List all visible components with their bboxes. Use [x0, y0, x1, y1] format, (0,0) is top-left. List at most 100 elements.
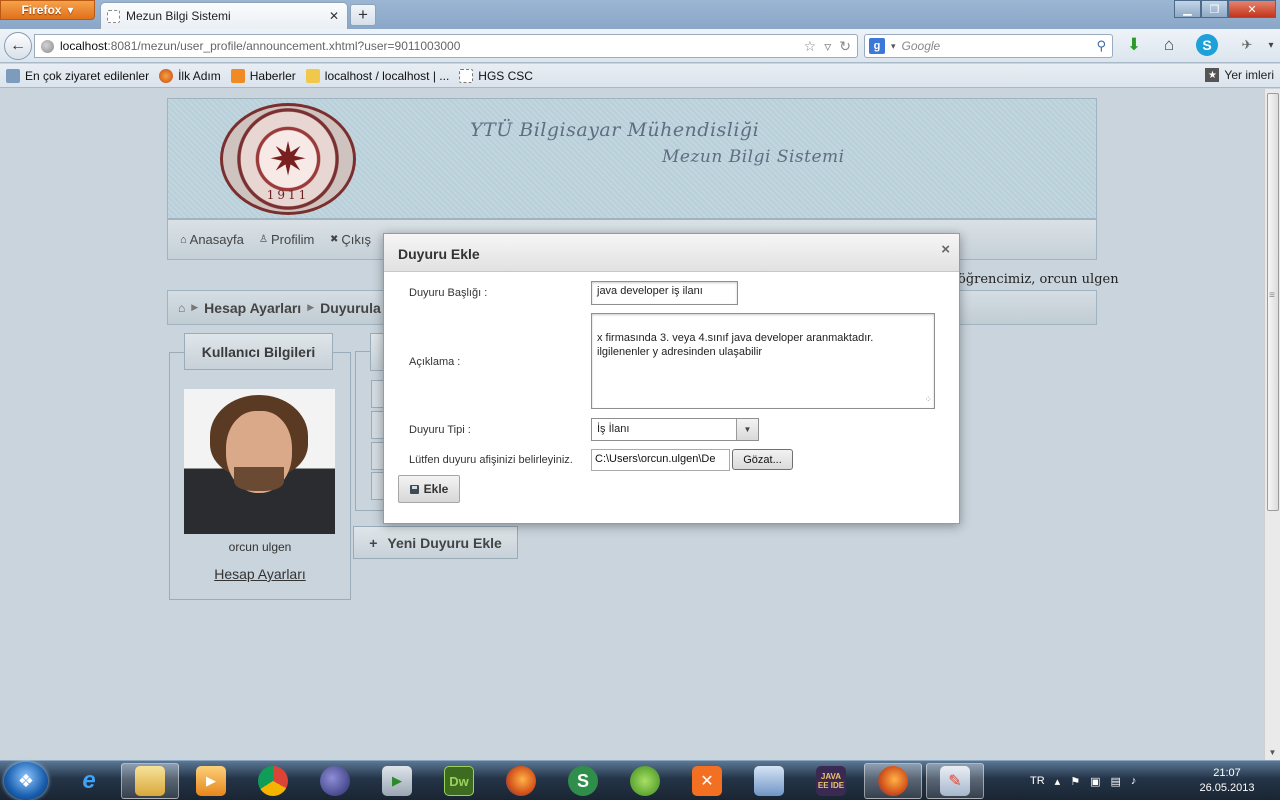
page-icon: [107, 9, 120, 23]
bookmark-label: HGS CSC: [478, 68, 533, 83]
windows-explorer-icon[interactable]: [121, 763, 179, 799]
bookmark-label: localhost / localhost | ...: [324, 68, 450, 83]
poster-file-input[interactable]: C:\Users\orcun.ulgen\De: [591, 449, 730, 471]
tab-title: Mezun Bilgi Sistemi: [126, 9, 231, 23]
close-window-button[interactable]: ✕: [1228, 0, 1276, 18]
eclipse-icon[interactable]: [306, 763, 364, 799]
home-icon[interactable]: ⌂: [1158, 34, 1180, 56]
reload-icon[interactable]: ↻: [839, 38, 851, 55]
bookmark-star-icon[interactable]: ☆: [804, 38, 817, 55]
search-icon[interactable]: ⚲: [1096, 38, 1106, 54]
device-icon[interactable]: ▣: [1090, 775, 1100, 788]
show-hidden-icons-icon[interactable]: ▴: [1055, 775, 1061, 788]
rss-icon: [230, 68, 245, 83]
virtualbox-icon[interactable]: [740, 763, 798, 799]
search-bar[interactable]: g ▾ Google ⚲: [864, 34, 1113, 58]
clock-time: 21:07: [1213, 767, 1241, 779]
paint-icon[interactable]: ✎: [926, 763, 984, 799]
action-center-icon[interactable]: ⚑: [1070, 775, 1080, 788]
bookmark-phpmyadmin[interactable]: localhost / localhost | ...: [305, 68, 450, 83]
browse-button[interactable]: Gözat...: [732, 449, 793, 470]
user-name: orcun ulgen: [228, 540, 292, 554]
skype-icon[interactable]: S: [1196, 34, 1218, 56]
bookmark-hgs[interactable]: HGS CSC: [459, 68, 533, 83]
start-button[interactable]: ❖: [4, 762, 48, 800]
welcome-message: öğrencimiz, orcun ulgen: [958, 272, 1119, 287]
poster-label: Lütfen duyuru afişinizi belirleyiniz.: [409, 454, 573, 466]
bookmarks-menu-button[interactable]: ★ Yer imleri: [1205, 68, 1274, 82]
scrollbar-thumb[interactable]: [1267, 93, 1279, 511]
addon-icon[interactable]: ✈: [1236, 34, 1258, 56]
chrome-icon[interactable]: [244, 763, 302, 799]
resize-handle-icon[interactable]: ⁘: [924, 392, 931, 406]
bookmark-label: En çok ziyaret edilenler: [25, 68, 150, 83]
breadcrumb-account-settings[interactable]: Hesap Ayarları: [204, 300, 301, 316]
language-indicator[interactable]: TR: [1030, 775, 1045, 787]
dreamweaver-icon[interactable]: Dw: [430, 763, 488, 799]
google-engine-icon[interactable]: g: [869, 38, 885, 54]
site-identity-icon[interactable]: [41, 39, 54, 53]
menu-home-label: Anasayfa: [189, 232, 244, 247]
add-announcement-dialog: Duyuru Ekle × Duyuru Başlığı : java deve…: [383, 233, 960, 524]
url-host: localhost: [60, 39, 108, 53]
description-textarea[interactable]: x firmasında 3. veya 4.sınıf java develo…: [591, 313, 935, 409]
home-icon[interactable]: ⌂: [178, 301, 185, 315]
add-button-label: Ekle: [423, 482, 449, 496]
account-settings-link[interactable]: Hesap Ayarları: [169, 566, 351, 582]
sourcetree-icon[interactable]: S: [554, 763, 612, 799]
internet-explorer-icon[interactable]: e: [60, 763, 118, 799]
spring-tool-icon[interactable]: [616, 763, 674, 799]
window-titlebar: Firefox ▾ Mezun Bilgi Sistemi ✕ + ▁ ❐ ✕: [0, 0, 1280, 29]
announcement-title-label: Duyuru Başlığı :: [409, 287, 488, 299]
save-icon: [409, 484, 419, 494]
site-header: ✷ 1911 YTÜ Bilgisayar Mühendisliği Mezun…: [167, 98, 1097, 219]
close-tab-icon[interactable]: ✕: [329, 9, 339, 23]
add-button[interactable]: Ekle: [398, 475, 460, 503]
firefox-active-icon[interactable]: [864, 763, 922, 799]
announcement-title-input[interactable]: java developer iş ilanı: [591, 281, 738, 305]
back-button[interactable]: ←: [4, 32, 32, 60]
minimize-button[interactable]: ▁: [1174, 0, 1201, 18]
bookmark-label: Haberler: [249, 68, 296, 83]
xampp-icon[interactable]: ✕: [678, 763, 736, 799]
firefox-icon[interactable]: [492, 763, 550, 799]
menu-logout-label: Çıkış: [341, 232, 372, 247]
java-ee-ide-icon[interactable]: JAVA EE IDE: [802, 763, 860, 799]
new-tab-button[interactable]: +: [350, 4, 376, 26]
chevron-down-icon: ▾: [67, 3, 74, 17]
volume-icon[interactable]: ♪: [1131, 775, 1137, 787]
url-bar[interactable]: localhost:8081/mezun/user_profile/announ…: [34, 34, 858, 58]
dialog-header: Duyuru Ekle ×: [384, 234, 959, 272]
new-announcement-label: Yeni Duyuru Ekle: [387, 534, 502, 551]
firefox-menu-label: Firefox: [21, 3, 62, 17]
history-dropdown-icon[interactable]: ▿: [824, 38, 831, 55]
header-subtitle: Mezun Bilgi Sistemi: [662, 147, 845, 167]
chevron-down-icon[interactable]: ▼: [736, 419, 758, 440]
university-seal-logo: ✷ 1911: [220, 103, 356, 215]
menu-home[interactable]: ⌂ Anasayfa: [180, 232, 244, 247]
engine-chevron-icon[interactable]: ▾: [891, 41, 896, 52]
bookmark-getting-started[interactable]: İlk Adım: [159, 68, 221, 83]
firefox-menu-button[interactable]: Firefox ▾: [0, 0, 95, 20]
menu-logout[interactable]: ✖ Çıkış: [330, 232, 371, 247]
system-clock[interactable]: 21:07 26.05.2013: [1188, 766, 1266, 796]
network-icon[interactable]: ▤: [1110, 775, 1120, 788]
breadcrumb-announcements[interactable]: Duyurula: [320, 300, 381, 316]
announcement-type-select[interactable]: İş İlanı ▼: [591, 418, 759, 441]
browser-tab[interactable]: Mezun Bilgi Sistemi ✕: [100, 2, 348, 29]
media-player-icon[interactable]: ▶: [182, 763, 240, 799]
database-tool-icon[interactable]: ▶: [368, 763, 426, 799]
windows-taskbar: ❖ e ▶ ▶ Dw S ✕ JAVA EE IDE ✎ TR ▴ ⚑ ▣ ▤ …: [0, 760, 1280, 800]
bookmarks-toolbar: En çok ziyaret edilenler İlk Adım Haberl…: [0, 64, 1280, 88]
new-announcement-button[interactable]: + Yeni Duyuru Ekle: [353, 526, 518, 559]
scroll-down-icon[interactable]: ▼: [1265, 744, 1280, 760]
bookmark-news[interactable]: Haberler: [230, 68, 296, 83]
chevron-down-icon[interactable]: ▾: [1260, 34, 1280, 56]
close-icon[interactable]: ×: [941, 241, 950, 258]
download-icon[interactable]: ⬇: [1123, 34, 1145, 56]
menu-profile[interactable]: ♙ Profilim: [259, 232, 314, 247]
vertical-scrollbar[interactable]: ▲ ▼: [1264, 89, 1280, 760]
maximize-button[interactable]: ❐: [1201, 0, 1228, 18]
bookmark-most-visited[interactable]: En çok ziyaret edilenler: [6, 68, 150, 83]
menu-profile-label: Profilim: [270, 232, 315, 247]
